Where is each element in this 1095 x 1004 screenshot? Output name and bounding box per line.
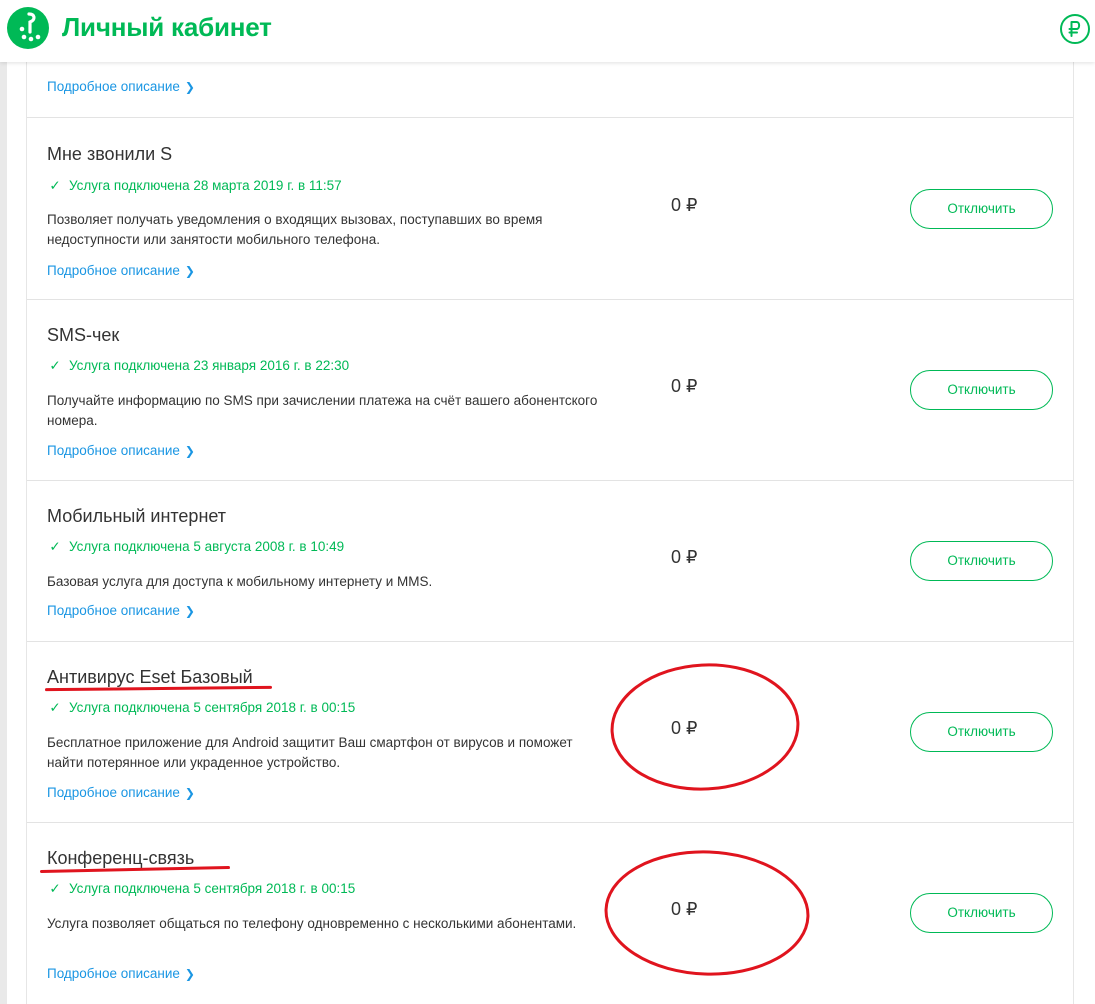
service-title: SMS-чек [47,325,120,345]
service-card: Антивирус Eset Базовый ✓ Услуга подключен… [27,641,1073,822]
app-header: Личный кабинет [0,0,1095,62]
more-link-label: Подробное описание [47,79,180,94]
more-link-label: Подробное описание [47,443,180,458]
service-description: Позволяет получать уведомления о входящи… [47,212,543,247]
service-title: Конференц-связь [47,848,195,868]
check-icon: ✓ [49,178,61,193]
chevron-right-icon: ❯ [184,967,195,981]
service-card: Мобильный интернет ✓ Услуга подключена 5 … [27,480,1073,641]
service-status-text: Услуга подключена 5 августа 2008 г. в 10… [69,539,345,554]
service-status-text: Услуга подключена 23 января 2016 г. в 22… [69,358,350,373]
disconnect-button[interactable]: Отключить [910,712,1053,752]
check-icon: ✓ [49,358,61,373]
service-title: Мне звонили S [47,144,173,164]
service-price: 0 ₽ [671,376,698,396]
more-link-label: Подробное описание [47,785,180,800]
service-status: ✓ Услуга подключена 5 сентября 2018 г. в … [47,881,355,897]
service-title: Антивирус Eset Базовый [47,667,253,687]
check-icon: ✓ [49,539,61,554]
chevron-right-icon: ❯ [184,604,195,618]
service-description: Базовая услуга для доступа к мобильному … [47,574,433,589]
disconnect-button[interactable]: Отключить [910,370,1053,410]
service-status-text: Услуга подключена 5 сентября 2018 г. в 0… [69,700,356,715]
more-link[interactable]: Подробное описание ❯ [47,603,195,618]
disconnect-button[interactable]: Отключить [910,189,1053,229]
service-price: 0 ₽ [671,718,698,738]
check-icon: ✓ [49,881,61,896]
chevron-right-icon: ❯ [184,264,195,278]
service-status: ✓ Услуга подключена 28 марта 2019 г. в 11… [47,178,342,194]
service-status-text: Услуга подключена 5 сентября 2018 г. в 0… [69,881,356,896]
service-title: Мобильный интернет [47,506,227,526]
service-description: Услуга позволяет общаться по телефону од… [47,916,577,931]
check-icon: ✓ [49,700,61,715]
service-description: Получайте информацию по SMS при зачислен… [47,393,598,428]
service-card: Мне звонили S ✓ Услуга подключена 28 март… [27,117,1073,299]
page-title: Личный кабинет [62,12,272,42]
chevron-right-icon: ❯ [184,444,195,458]
more-link[interactable]: Подробное описание ❯ [47,443,195,458]
chevron-right-icon: ❯ [184,80,195,94]
service-card: Конференц-связь ✓ Услуга подключена 5 сен… [27,822,1073,1004]
more-link-label: Подробное описание [47,966,180,981]
service-card: SMS-чек ✓ Услуга подключена 23 января 201… [27,299,1073,481]
previous-more-link[interactable]: Подробное описание ❯ [47,79,195,94]
more-link[interactable]: Подробное описание ❯ [47,263,195,278]
service-description: Бесплатное приложение для Android защити… [47,735,573,770]
more-link[interactable]: Подробное описание ❯ [47,785,195,800]
megafon-logo-icon[interactable] [7,7,49,49]
disconnect-button[interactable]: Отключить [910,541,1053,581]
left-gutter [0,62,7,1004]
service-status: ✓ Услуга подключена 5 сентября 2018 г. в … [47,700,355,716]
service-status-text: Услуга подключена 28 марта 2019 г. в 11:… [69,178,342,193]
service-status: ✓ Услуга подключена 5 августа 2008 г. в 1… [47,539,344,555]
chevron-right-icon: ❯ [184,786,195,800]
more-link-label: Подробное описание [47,263,180,278]
disconnect-button[interactable]: Отключить [910,893,1053,933]
more-link[interactable]: Подробное описание ❯ [47,966,195,981]
service-price: 0 ₽ [671,547,698,567]
service-price: 0 ₽ [671,899,698,919]
ruble-circle-icon[interactable] [1059,13,1091,45]
more-link-label: Подробное описание [47,603,180,618]
service-status: ✓ Услуга подключена 23 января 2016 г. в 2… [47,358,349,374]
service-price: 0 ₽ [671,195,698,215]
